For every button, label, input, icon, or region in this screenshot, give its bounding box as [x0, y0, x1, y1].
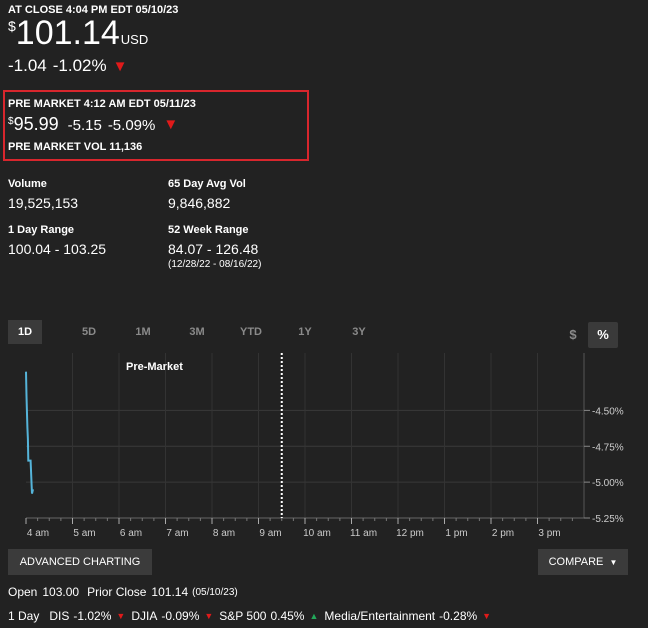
index-item-name[interactable]: DIS [49, 609, 69, 623]
index-item-name[interactable]: S&P 500 [219, 609, 266, 623]
down-arrow-icon: ▼ [482, 611, 492, 621]
x-tick-label: 9 am [259, 528, 281, 539]
x-tick-label: 11 am [350, 528, 377, 539]
x-tick-label: 10 am [303, 528, 331, 539]
premarket-price: $ 95.99 -5.15 -5.09% ▼ [8, 114, 178, 135]
index-item-name[interactable]: DJIA [131, 609, 157, 623]
currency-symbol: $ [8, 18, 16, 34]
index-item-name[interactable]: Media/Entertainment [324, 609, 435, 623]
prior-close-value: 101.14 [151, 585, 189, 599]
tab-5d[interactable]: 5D [62, 320, 116, 344]
avg-volume-label: 65 Day Avg Vol [168, 178, 246, 190]
tab-3m[interactable]: 3M [170, 320, 224, 344]
y-tick-label: -5.25% [592, 514, 624, 525]
intraday-chart[interactable]: Pre-Market -4.50% -4.75% -5.00% -5.25% 4 am… [0, 348, 648, 544]
index-item-change: -1.02% [73, 609, 112, 623]
chart-grid [26, 353, 585, 519]
compare-label: COMPARE [548, 556, 604, 568]
tab-3y[interactable]: 3Y [332, 320, 386, 344]
tab-1m[interactable]: 1M [116, 320, 170, 344]
x-tick-label: 7 am [166, 528, 188, 539]
premarket-change-percent: -5.09% [107, 117, 156, 134]
period-label: 1 Day [8, 609, 40, 623]
premarket-timestamp-label: PRE MARKET 4:12 AM EDT 05/11/23 [8, 98, 196, 110]
week52-range-dates: (12/28/22 - 08/16/22) [168, 259, 262, 270]
y-tick-label: -4.50% [592, 406, 624, 417]
related-indices-row: 1 Day DIS -1.02% ▼ DJIA -0.09% ▼ S&P 500 0.45% ▲… [8, 609, 497, 623]
change-percent: -1.02% [52, 56, 107, 75]
prior-close-label: Prior Close [87, 585, 147, 599]
y-tick-label: -5.00% [592, 478, 624, 489]
close-change: -1.04 -1.02% ▼ [8, 56, 127, 76]
day-range-label: 1 Day Range [8, 224, 75, 236]
premarket-annotation: Pre-Market [126, 361, 183, 373]
x-tick-label: 12 pm [396, 528, 424, 539]
dollar-toggle-button[interactable]: $ [562, 322, 584, 348]
index-item-change: -0.09% [161, 609, 200, 623]
x-tick-label: 8 am [213, 528, 235, 539]
change-value: -1.04 [8, 56, 47, 75]
caret-down-icon: ▼ [609, 558, 618, 567]
x-tick-label: 5 am [73, 528, 95, 539]
index-item-change: 0.45% [270, 609, 305, 623]
premarket-change-value: -5.15 [67, 117, 102, 134]
x-tick-label: 1 pm [445, 528, 467, 539]
day-range-value: 100.04 - 103.25 [8, 241, 107, 257]
down-arrow-icon: ▼ [204, 611, 214, 621]
up-arrow-icon: ▲ [309, 611, 319, 621]
open-value: 103.00 [42, 585, 80, 599]
compare-button[interactable]: COMPARE ▼ [538, 549, 628, 575]
y-axis: -4.50% -4.75% -5.00% -5.25% [584, 406, 624, 525]
close-price: $ 101.14 USD [8, 14, 148, 52]
last-price: 101.14 [15, 14, 120, 52]
volume-value: 19,525,153 [8, 195, 79, 211]
open-prior-row: Open 103.00 Prior Close 101.14 (05/10/23… [8, 585, 238, 599]
x-tick-label: 2 pm [492, 528, 514, 539]
currency-code: USD [120, 32, 149, 47]
x-tick-label: 3 pm [538, 528, 560, 539]
x-tick-label: 4 am [27, 528, 49, 539]
down-arrow-icon: ▼ [112, 57, 128, 75]
advanced-charting-button[interactable]: ADVANCED CHARTING [8, 549, 152, 575]
week52-range-value: 84.07 - 126.48 [168, 241, 259, 257]
down-arrow-icon: ▼ [116, 611, 126, 621]
down-arrow-icon: ▼ [163, 116, 179, 133]
week52-range-label: 52 Week Range [168, 224, 249, 236]
avg-volume-value: 9,846,882 [168, 195, 231, 211]
prior-close-date: (05/10/23) [192, 586, 238, 598]
timeframe-tabs: 1D 5D 1M 3M YTD 1Y 3Y [8, 320, 386, 344]
x-axis: 4 am 5 am 6 am 7 am 8 am 9 am 10 am 11 am 12 pm 1… [25, 518, 573, 539]
y-tick-label: -4.75% [592, 442, 624, 453]
index-item-change: -0.28% [439, 609, 478, 623]
tab-1d[interactable]: 1D [8, 320, 42, 344]
volume-label: Volume [8, 178, 47, 190]
tab-1y[interactable]: 1Y [278, 320, 332, 344]
premarket-volume: PRE MARKET VOL 11,136 [8, 141, 143, 153]
tab-ytd[interactable]: YTD [224, 320, 278, 344]
x-tick-label: 6 am [120, 528, 142, 539]
premarket-last-price: 95.99 [13, 114, 59, 134]
open-label: Open [8, 585, 38, 599]
percent-toggle-button[interactable]: % [588, 322, 618, 348]
